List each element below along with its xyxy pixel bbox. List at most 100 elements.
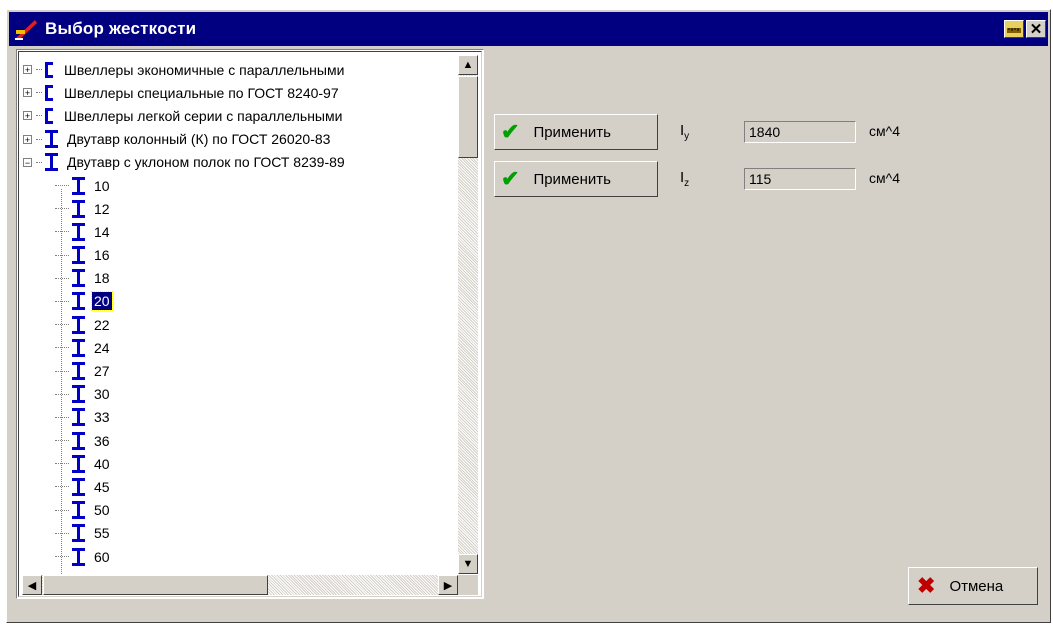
i-beam-icon <box>45 153 58 172</box>
tree-leaf-item[interactable]: 16 <box>21 244 441 267</box>
expand-icon[interactable]: + <box>23 134 32 144</box>
expand-icon[interactable]: + <box>23 88 32 98</box>
arrow-up-icon: ▲ <box>462 59 474 71</box>
vertical-scroll-thumb[interactable] <box>458 76 478 158</box>
i-beam-icon <box>72 338 85 357</box>
iy-label: Iy <box>680 122 689 142</box>
tree-leaf-item[interactable]: 14 <box>21 220 441 243</box>
i-beam-icon <box>72 269 85 288</box>
i-beam-icon <box>72 501 85 520</box>
arrow-down-icon: ▼ <box>462 558 474 570</box>
arrow-right-icon: ▶ <box>443 579 453 592</box>
tree-leaf-label: 55 <box>94 525 110 542</box>
i-beam-icon <box>72 222 85 241</box>
dialog-window: Выбор жесткости ✕ + Швеллеры экономичные… <box>6 9 1051 623</box>
i-beam-icon <box>72 408 85 427</box>
tree-leaf-item[interactable]: 40 <box>21 452 441 475</box>
i-beam-icon <box>72 547 85 566</box>
i-beam-icon <box>72 385 85 404</box>
tree-leaf-label: 16 <box>94 247 110 264</box>
tree-leaf-item[interactable]: 10 <box>21 174 441 197</box>
tree-leaf-item[interactable]: 30 <box>21 383 441 406</box>
cancel-button[interactable]: ✖ Отмена <box>908 567 1038 605</box>
tree-leaf-label: 50 <box>94 502 110 519</box>
tree-leaf-label: 20 <box>91 291 113 312</box>
collapse-icon[interactable]: − <box>23 157 32 167</box>
tree-leaf-label: 27 <box>94 363 110 380</box>
tree-node-group[interactable]: + Швеллеры легкой серии с параллельными <box>21 104 441 127</box>
iy-subscript: y <box>684 131 690 142</box>
iz-label: Iz <box>680 169 689 189</box>
iy-value-field: 1840 <box>744 121 856 143</box>
channel-icon <box>45 84 53 101</box>
ruler-icon[interactable] <box>1004 20 1024 38</box>
iz-value-field: 115 <box>744 168 856 190</box>
tree-node-label: Швеллеры экономичные с параллельными <box>64 61 345 78</box>
iz-unit: см^4 <box>869 170 900 186</box>
app-icon <box>13 16 39 42</box>
close-icon: ✕ <box>1029 21 1043 38</box>
tree-leaf-label: 45 <box>94 478 110 495</box>
close-button[interactable]: ✕ <box>1026 20 1046 38</box>
scroll-right-button[interactable]: ▶ <box>438 575 458 595</box>
horizontal-scrollbar[interactable]: ◀ ▶ <box>22 575 458 595</box>
tree-leaf-label: 10 <box>94 177 110 194</box>
i-beam-icon <box>45 130 58 149</box>
iy-unit: см^4 <box>869 123 900 139</box>
tree-leaf-label: 18 <box>94 270 110 287</box>
tree-leaf-item[interactable]: 18 <box>21 267 441 290</box>
tree-node-label: Швеллеры специальные по ГОСТ 8240-97 <box>64 84 339 101</box>
checkmark-icon: ✔ <box>501 166 520 191</box>
tree-leaf-item[interactable]: 45 <box>21 475 441 498</box>
apply-iy-button[interactable]: ✔ Применить <box>494 114 658 150</box>
tree-node-label: Двутавр с уклоном полок по ГОСТ 8239-89 <box>67 154 345 171</box>
tree-leaf-label: 36 <box>94 432 110 449</box>
i-beam-icon <box>72 315 85 334</box>
apply-iz-button[interactable]: ✔ Применить <box>494 161 658 197</box>
scroll-left-button[interactable]: ◀ <box>22 575 42 595</box>
i-beam-icon <box>72 246 85 265</box>
tree-leaf-item[interactable]: 27 <box>21 359 441 382</box>
tree-leaf-item[interactable]: 20 <box>21 290 441 313</box>
tree-content: + Швеллеры экономичные с параллельными +… <box>21 58 441 576</box>
tree-leaf-item[interactable]: 12 <box>21 197 441 220</box>
tree-node-group[interactable]: + Двутавр колонный (К) по ГОСТ 26020-83 <box>21 128 441 151</box>
tree-leaf-item[interactable]: 36 <box>21 429 441 452</box>
scroll-down-button[interactable]: ▼ <box>458 554 478 574</box>
i-beam-icon <box>72 524 85 543</box>
checkmark-icon: ✔ <box>501 119 520 144</box>
i-beam-icon <box>72 431 85 450</box>
vertical-scrollbar[interactable]: ▲ ▼ <box>458 55 478 574</box>
tree-leaf-item[interactable]: 24 <box>21 336 441 359</box>
i-beam-icon <box>72 292 85 311</box>
tree-node-group[interactable]: + Швеллеры специальные по ГОСТ 8240-97 <box>21 81 441 104</box>
tree-leaf-label: 33 <box>94 409 110 426</box>
apply-iz-label: Применить <box>533 170 611 188</box>
tree-leaf-label: 60 <box>94 548 110 565</box>
tree-leaf-item[interactable]: 50 <box>21 499 441 522</box>
tree-node-group[interactable]: + Швеллеры экономичные с параллельными <box>21 58 441 81</box>
tree-leaf-item[interactable]: 22 <box>21 313 441 336</box>
i-beam-icon <box>72 454 85 473</box>
cancel-x-icon: ✖ <box>917 573 936 598</box>
scroll-up-button[interactable]: ▲ <box>458 55 478 75</box>
tree-leaf-item[interactable]: 55 <box>21 522 441 545</box>
tree-leaf-item[interactable]: 33 <box>21 406 441 429</box>
title-bar: Выбор жесткости ✕ <box>9 12 1048 46</box>
channel-icon <box>45 61 53 78</box>
tree-node-group-expanded[interactable]: − Двутавр с уклоном полок по ГОСТ 8239-8… <box>21 151 441 174</box>
tree-leaf-label: 14 <box>94 223 110 240</box>
apply-iy-label: Применить <box>533 123 611 141</box>
horizontal-scroll-thumb[interactable] <box>43 575 268 595</box>
expand-icon[interactable]: + <box>23 111 32 121</box>
channel-icon <box>45 107 53 124</box>
tree-node-label: Двутавр колонный (К) по ГОСТ 26020-83 <box>67 131 331 148</box>
stiffness-tree[interactable]: + Швеллеры экономичные с параллельными +… <box>16 49 484 599</box>
i-beam-icon <box>72 477 85 496</box>
tree-leaf-item[interactable]: 60 <box>21 545 441 568</box>
iz-subscript: z <box>684 178 690 189</box>
tree-leaf-label: 30 <box>94 386 110 403</box>
tree-leaf-label: 24 <box>94 339 110 356</box>
tree-leaf-label: 40 <box>94 455 110 472</box>
expand-icon[interactable]: + <box>23 65 32 75</box>
